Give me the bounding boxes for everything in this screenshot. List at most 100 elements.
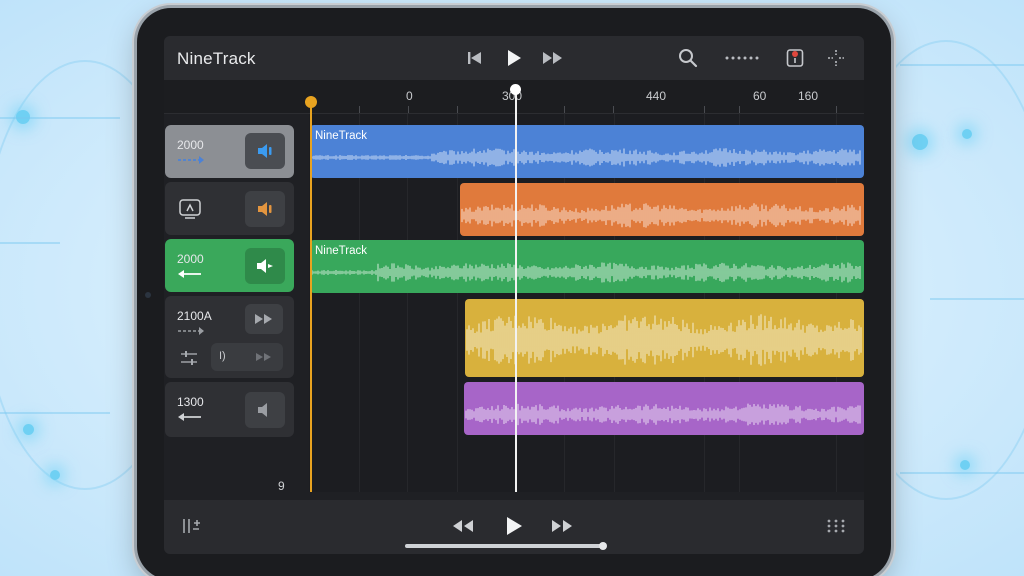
skip-back-icon bbox=[468, 52, 481, 64]
bottom-fast-forward-button[interactable] bbox=[548, 514, 576, 538]
search-button[interactable] bbox=[675, 46, 701, 70]
settings-button[interactable] bbox=[823, 46, 849, 70]
track-header-2[interactable] bbox=[165, 182, 294, 235]
ruler-label: 60 bbox=[753, 89, 767, 103]
ruler-label: 0 bbox=[406, 89, 413, 103]
audio-clip-4[interactable] bbox=[465, 299, 864, 377]
ruler-tick bbox=[739, 106, 740, 113]
progress-scrubber[interactable] bbox=[405, 544, 603, 548]
play-icon bbox=[507, 517, 522, 535]
track-name: 1300 bbox=[177, 395, 204, 409]
more-dots-icon bbox=[725, 56, 759, 60]
glow-dot bbox=[962, 129, 972, 139]
track-sub-control[interactable]: I) bbox=[211, 343, 283, 371]
mixer-icon bbox=[183, 519, 200, 533]
circuit-line bbox=[0, 412, 110, 414]
audio-clip-2[interactable] bbox=[460, 183, 864, 236]
ruler-tick bbox=[457, 106, 458, 113]
glow-dot bbox=[23, 424, 34, 435]
glow-dot bbox=[960, 460, 970, 470]
track-header-1[interactable]: 2000 bbox=[165, 125, 294, 178]
record-icon bbox=[786, 49, 804, 67]
ruler-label: 440 bbox=[646, 89, 667, 103]
circuit-line bbox=[930, 298, 1024, 300]
waveform bbox=[466, 314, 862, 366]
arrow-right-icon bbox=[178, 156, 204, 164]
track-name: 2000 bbox=[177, 252, 204, 266]
fast-forward-icon bbox=[256, 353, 271, 361]
arrow-left-icon bbox=[178, 413, 201, 421]
play-icon bbox=[508, 50, 521, 66]
track-header-5[interactable]: 1300 bbox=[165, 382, 294, 437]
playhead-line bbox=[515, 88, 517, 492]
sub-control-label: I) bbox=[219, 350, 226, 362]
play-button[interactable] bbox=[501, 46, 527, 70]
fast-forward-icon bbox=[552, 520, 572, 532]
track-forward-button[interactable] bbox=[245, 304, 283, 334]
track-volume-button[interactable] bbox=[245, 392, 285, 428]
loop-marker-handle[interactable] bbox=[305, 96, 317, 108]
settings-icon bbox=[828, 50, 844, 66]
audio-clip-5[interactable] bbox=[464, 382, 864, 435]
progress-scrubber-knob[interactable] bbox=[599, 542, 607, 550]
track-name: 2100A bbox=[177, 309, 212, 323]
ruler-tick bbox=[704, 106, 705, 113]
track-count-label: 9 bbox=[278, 479, 285, 493]
sliders-icon[interactable] bbox=[179, 350, 199, 366]
arrow-right-icon bbox=[178, 327, 204, 335]
skip-back-button[interactable] bbox=[462, 46, 488, 70]
ruler-tick bbox=[836, 106, 837, 113]
ruler-tick bbox=[408, 106, 409, 113]
glow-dot bbox=[50, 470, 60, 480]
input-icon bbox=[179, 199, 201, 219]
audio-clip-3[interactable]: NineTrack bbox=[310, 240, 864, 293]
track-volume-button[interactable] bbox=[245, 133, 285, 169]
track-header-3[interactable]: 2000 bbox=[165, 239, 294, 292]
grid-icon bbox=[827, 519, 845, 533]
mixer-button[interactable] bbox=[179, 514, 203, 538]
bottom-play-button[interactable] bbox=[501, 512, 527, 540]
track-volume-button[interactable] bbox=[245, 248, 285, 284]
waveform bbox=[311, 262, 861, 283]
waveform bbox=[465, 403, 861, 426]
speaker-icon bbox=[258, 403, 267, 417]
app-title: NineTrack bbox=[177, 49, 256, 68]
tablet-device: NineTrack 0 300 440 60 160 2000 2000 210… bbox=[137, 8, 891, 576]
rewind-icon bbox=[453, 520, 473, 532]
clip-label: NineTrack bbox=[315, 245, 367, 257]
fast-forward-button[interactable] bbox=[540, 46, 566, 70]
search-icon bbox=[679, 49, 698, 68]
playhead-handle[interactable] bbox=[510, 84, 521, 95]
loop-marker-line bbox=[310, 102, 312, 492]
fast-forward-icon bbox=[543, 52, 562, 64]
audio-clip-1[interactable]: NineTrack bbox=[310, 125, 864, 178]
circuit-line bbox=[900, 472, 1024, 474]
fast-forward-icon bbox=[255, 314, 272, 324]
waveform bbox=[311, 148, 861, 167]
circuit-line bbox=[0, 242, 60, 244]
ruler-tick bbox=[359, 106, 360, 113]
ruler-tick bbox=[564, 106, 565, 113]
track-volume-button[interactable] bbox=[245, 191, 285, 227]
arrow-left-icon bbox=[178, 270, 201, 278]
timeline-area[interactable]: NineTrack NineTrack bbox=[309, 114, 864, 492]
circuit-line bbox=[900, 64, 1024, 66]
grid-menu-button[interactable] bbox=[824, 514, 848, 538]
clip-label: NineTrack bbox=[315, 130, 367, 142]
speaker-icon bbox=[258, 202, 272, 216]
track-name: 2000 bbox=[177, 138, 204, 152]
ruler-tick bbox=[613, 106, 614, 113]
track-header-4[interactable]: 2100A I) bbox=[165, 296, 294, 378]
speaker-icon bbox=[258, 144, 272, 158]
waveform bbox=[461, 203, 861, 228]
circuit-line bbox=[0, 117, 120, 119]
app-screen: NineTrack 0 300 440 60 160 2000 2000 210… bbox=[164, 36, 864, 554]
front-camera bbox=[145, 292, 151, 298]
rewind-button[interactable] bbox=[449, 514, 477, 538]
record-button[interactable] bbox=[782, 46, 808, 70]
glow-dot bbox=[912, 134, 928, 150]
ruler-label: 160 bbox=[798, 89, 819, 103]
speaker-icon bbox=[257, 259, 273, 273]
top-toolbar: NineTrack bbox=[164, 36, 864, 80]
more-options-button[interactable] bbox=[724, 46, 764, 70]
